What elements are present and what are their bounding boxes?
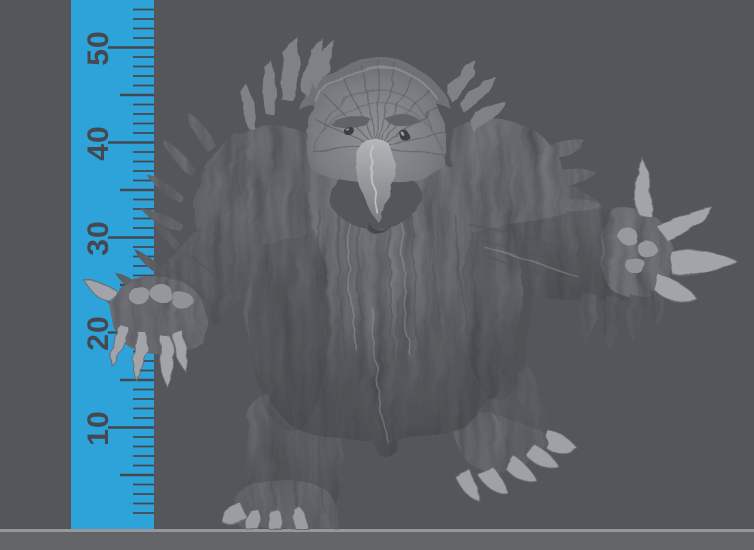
owlbear-body [84, 36, 737, 529]
3d-viewport[interactable]: 50 40 30 20 10 [0, 0, 754, 550]
owlbear-model[interactable] [0, 0, 754, 550]
owlbear-left-eye [344, 126, 354, 136]
owlbear-right-eye [400, 131, 410, 141]
app-window: 50 40 30 20 10 [0, 0, 754, 550]
